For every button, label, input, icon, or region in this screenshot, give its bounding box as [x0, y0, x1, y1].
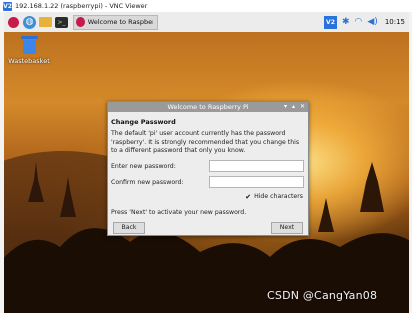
maximize-icon[interactable]: ▴: [292, 102, 295, 112]
taskbar-window-label: Welcome to Raspberr...: [87, 18, 153, 26]
minimize-icon[interactable]: ▾: [284, 102, 287, 112]
new-password-label: Enter new password:: [111, 162, 176, 170]
vnc-logo-icon: V2: [3, 1, 12, 11]
volume-icon[interactable]: ◀): [367, 14, 377, 30]
vnc-server-tray-icon[interactable]: V2: [323, 15, 337, 29]
dialog-description: The default 'pi' user account currently …: [111, 130, 300, 155]
taskbar: ◍ >_ Welcome to Raspberr... V2 ✱ ◠ ◀) 10…: [4, 12, 409, 32]
terminal-icon: >_: [57, 18, 66, 26]
page-heading: Change Password: [111, 118, 176, 126]
bluetooth-icon[interactable]: ✱: [342, 14, 350, 30]
vnc-viewer-titlebar: V2 192.168.1.22 (raspberrypi) - VNC View…: [0, 0, 412, 12]
globe-icon: ◍: [25, 17, 34, 27]
web-browser-launcher[interactable]: ◍: [23, 15, 36, 29]
wifi-icon[interactable]: ◠: [355, 14, 363, 30]
new-password-row: Enter new password:: [111, 160, 304, 173]
dialog-button-row: Back Next: [111, 221, 304, 234]
system-tray: V2 ✱ ◠ ◀) 10:15: [323, 14, 405, 30]
taskbar-window-button[interactable]: Welcome to Raspberr...: [73, 14, 158, 30]
file-manager-launcher[interactable]: [39, 17, 52, 27]
close-icon[interactable]: ✕: [300, 102, 305, 112]
confirm-password-label: Confirm new password:: [111, 178, 184, 186]
viewer-left-border: [0, 12, 4, 313]
next-button[interactable]: Next: [271, 221, 303, 234]
dialog-title: Welcome to Raspberry Pi: [167, 103, 249, 111]
clock[interactable]: 10:15: [385, 18, 405, 26]
confirm-password-field[interactable]: [209, 176, 304, 189]
dialog-window-controls: ▾ ▴ ✕: [279, 102, 305, 112]
wastebasket-desktop-item[interactable]: Wastebasket: [8, 36, 50, 65]
hide-characters-checkbox[interactable]: ✔: [245, 193, 251, 201]
new-password-field[interactable]: [209, 160, 304, 173]
wastebasket-icon: [20, 36, 38, 54]
wastebasket-label: Wastebasket: [8, 57, 50, 65]
raspberry-pi-icon: [76, 17, 85, 27]
raspberry-pi-menu-button[interactable]: [7, 16, 20, 29]
hide-characters-label: Hide characters: [254, 193, 303, 201]
hide-characters-row[interactable]: ✔ Hide characters: [111, 193, 304, 201]
vnc-window-title: 192.168.1.22 (raspberrypi) - VNC Viewer: [15, 2, 148, 10]
csdn-watermark: CSDN @CangYan08: [267, 289, 378, 302]
next-hint-text: Press 'Next' to activate your new passwo…: [111, 208, 247, 216]
raspberry-pi-menu-icon: [8, 16, 19, 28]
terminal-launcher[interactable]: >_: [55, 16, 68, 28]
confirm-password-row: Confirm new password:: [111, 176, 304, 189]
back-button[interactable]: Back: [113, 221, 145, 234]
dialog-body: Change Password The default 'pi' user ac…: [108, 112, 308, 234]
dialog-titlebar[interactable]: Welcome to Raspberry Pi ▾ ▴ ✕: [108, 102, 308, 112]
welcome-dialog: Welcome to Raspberry Pi ▾ ▴ ✕ Change Pas…: [107, 101, 309, 236]
